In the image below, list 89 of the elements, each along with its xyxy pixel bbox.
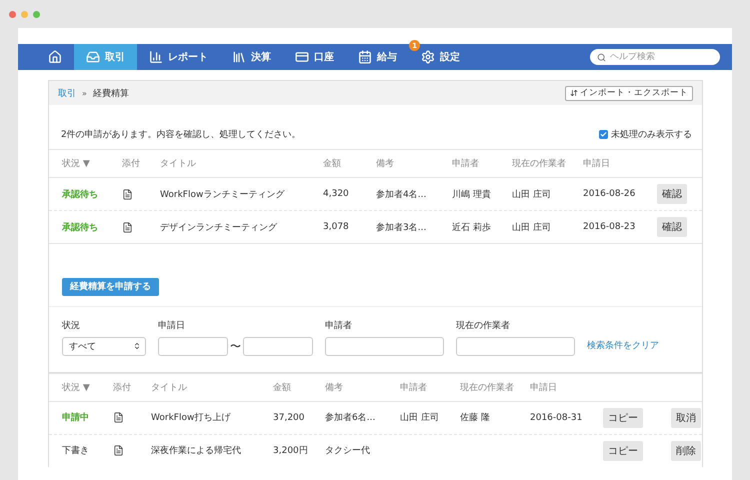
title-cell-text: デザインランチミーティング — [160, 222, 278, 234]
filter-label: 状況 — [62, 320, 81, 332]
notice-text: 2件の申請があります。内容を確認し、処理してください。 — [61, 128, 301, 140]
column-header[interactable]: 状況 ▼ — [62, 157, 122, 170]
window-minimize-dot[interactable] — [21, 10, 28, 18]
column-header: タイトル — [151, 382, 188, 394]
date-cell-text: 2016-08-23 — [583, 222, 636, 232]
home-icon — [48, 50, 62, 64]
nav-tab[interactable]: 取引 — [74, 44, 137, 70]
filter-label: 現在の作業者 — [456, 320, 511, 332]
column-header: 申請者 — [452, 158, 480, 170]
clear-filters-link[interactable]: 検索条件をクリア — [587, 338, 659, 352]
amount-cell-text: 4,320 — [323, 189, 350, 199]
title-cell-text: WorkFlowランチミーティング — [160, 188, 286, 200]
settings-icon — [421, 50, 435, 64]
up-down-arrows-icon — [570, 89, 578, 97]
books-icon — [232, 50, 246, 64]
column-header: タイトル — [160, 158, 197, 170]
column-header: 申請者 — [400, 382, 428, 394]
applicant-cell-text: 山田 庄司 — [400, 412, 440, 424]
worker-field[interactable] — [456, 336, 575, 356]
action-button[interactable]: コピー — [603, 408, 643, 428]
document-icon[interactable] — [113, 412, 124, 423]
check-icon — [600, 130, 607, 138]
worker-cell-text: 山田 庄司 — [512, 222, 552, 234]
card-icon — [295, 50, 309, 64]
import-export-button[interactable]: インポート・エクスポート — [565, 86, 693, 100]
column-header: 申請日 — [530, 382, 558, 394]
action-button[interactable]: 削除 — [671, 440, 701, 460]
amount-cell-text: 37,200 — [273, 412, 306, 422]
action-button[interactable]: 確認 — [657, 217, 687, 237]
nav-tab[interactable]: 口座 — [283, 44, 346, 70]
nav-tab[interactable]: 給与 — [346, 44, 409, 70]
inbox-icon — [86, 50, 100, 64]
note-cell-text: 参加者4名... — [376, 188, 428, 200]
breadcrumb-link[interactable]: 取引 — [58, 86, 76, 100]
date-cell-text: 2016-08-31 — [530, 412, 584, 422]
note-cell-text: 参加者3名... — [376, 222, 428, 234]
apply-button[interactable]: 経費精算を申請する — [62, 278, 159, 296]
title-cell-text: WorkFlow打ち上げ — [151, 412, 232, 424]
title-cell-text: 深夜作業による帰宅代 — [151, 444, 242, 457]
applicant-cell-text: 近石 莉歩 — [452, 222, 492, 234]
status-text: 承認待ち — [62, 188, 99, 200]
note-cell-text: タクシー代 — [325, 445, 371, 457]
document-icon[interactable] — [122, 222, 133, 232]
worker-cell-text: 山田 庄司 — [512, 188, 552, 200]
date-from-field[interactable] — [158, 336, 228, 356]
applicant-field[interactable] — [325, 336, 444, 356]
column-header: 金額 — [323, 158, 342, 170]
document-icon[interactable] — [113, 445, 124, 456]
worker-cell-text: 佐藤 隆 — [460, 412, 491, 424]
column-header: 現在の作業者 — [512, 158, 567, 170]
amount-cell-text: 3,078 — [323, 222, 350, 232]
column-header: 現在の作業者 — [460, 382, 515, 394]
status-text: 下書き — [62, 444, 90, 457]
nav-tab[interactable]: 決算 — [220, 44, 283, 70]
select-arrows-icon — [133, 342, 141, 350]
filter-label: 申請日 — [158, 320, 186, 332]
column-header: 申請日 — [583, 158, 611, 170]
status-text: 承認待ち — [62, 222, 99, 234]
window-zoom-dot[interactable] — [33, 10, 40, 18]
filter-label: 申請者 — [325, 320, 353, 332]
column-header: 備考 — [325, 382, 344, 394]
breadcrumb-current: 経費精算 — [92, 88, 129, 100]
action-button[interactable]: 確認 — [657, 184, 687, 204]
column-header: 添付 — [113, 382, 132, 394]
search-icon — [597, 52, 606, 62]
action-button[interactable]: 取消 — [671, 408, 701, 428]
unprocessed-only-checkbox[interactable]: 未処理のみ表示する — [599, 128, 692, 140]
window-close-dot[interactable] — [9, 10, 16, 18]
bar-chart-icon — [149, 50, 163, 64]
calendar-icon — [358, 50, 372, 64]
amount-cell-text: 3,200円 — [273, 445, 309, 457]
range-separator: 〜 — [230, 338, 241, 354]
column-header: 備考 — [376, 158, 395, 170]
date-to-field[interactable] — [243, 336, 313, 356]
column-header[interactable]: 状況 ▼ — [62, 380, 113, 394]
column-header: 金額 — [273, 382, 292, 394]
nav-tab[interactable]: レポート — [137, 44, 220, 70]
date-cell-text: 2016-08-26 — [583, 189, 636, 199]
document-icon[interactable] — [122, 188, 133, 200]
breadcrumb-separator: » — [82, 88, 87, 98]
applicant-cell-text: 川嶋 理貴 — [452, 188, 492, 200]
note-cell-text: 参加者6名... — [325, 412, 376, 424]
checkbox-box[interactable] — [599, 130, 608, 138]
column-header: 添付 — [122, 158, 141, 170]
status-text: 申請中 — [62, 411, 90, 424]
status-select[interactable]: すべて — [62, 336, 146, 356]
action-button[interactable]: コピー — [603, 440, 643, 460]
